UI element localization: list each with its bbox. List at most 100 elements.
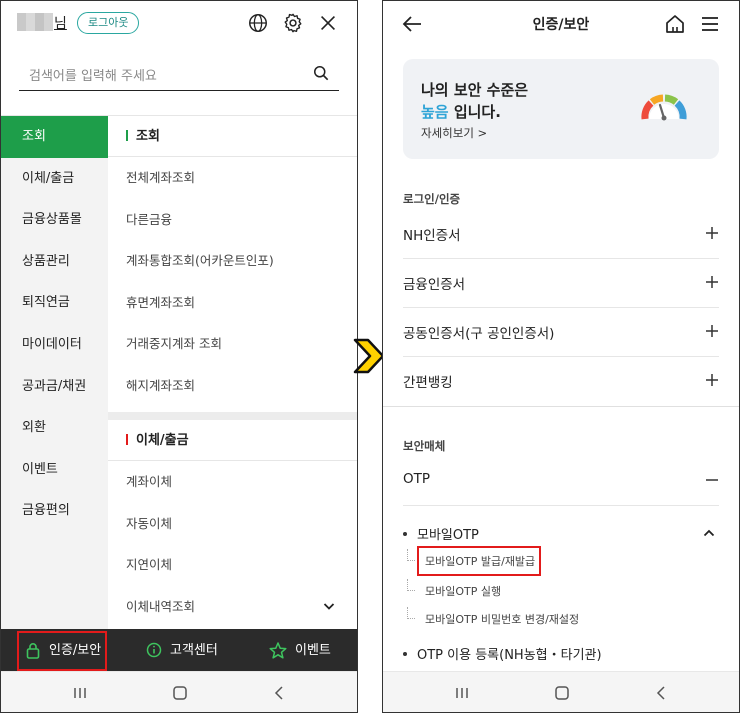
submenu-section-title: 이체/출금	[108, 420, 357, 461]
back-nav-icon[interactable]	[271, 684, 289, 702]
plus-icon[interactable]	[705, 275, 719, 289]
left-phone-screen: 님 로그아웃 검색어를 입력해 주세요 조회 이체/출금 금융상품몰 상품관리	[0, 0, 358, 713]
submenu-item-label: 이체내역조회	[126, 598, 196, 614]
submenu-item[interactable]: 자동이체	[108, 503, 357, 545]
login-auth-section-label: 로그인/인증	[403, 192, 461, 206]
details-link[interactable]: 자세히보기 >	[421, 125, 487, 141]
category-list: 조회 이체/출금 금융상품몰 상품관리 퇴직연금 마이데이터 공과금/채권 외환…	[1, 116, 108, 630]
category-item-event[interactable]: 이벤트	[1, 449, 108, 491]
recent-apps-icon[interactable]	[453, 684, 471, 702]
otp-register-label: OTP 이용 등록(NH농협・타기관)	[417, 648, 602, 663]
section-accent-bar	[126, 130, 128, 141]
category-item-mydata[interactable]: 마이데이터	[1, 324, 108, 366]
tree-connector	[407, 579, 415, 591]
star-icon	[269, 642, 287, 659]
security-level-line2: 높음 입니다.	[421, 101, 501, 122]
category-item-pension[interactable]: 퇴직연금	[1, 282, 108, 324]
highlight-box-auth	[17, 631, 107, 671]
submenu-item[interactable]: 다른금융	[108, 199, 357, 241]
home-nav-icon[interactable]	[553, 684, 571, 702]
otp-register-item[interactable]: OTP 이용 등록(NH농협・타기관)	[403, 643, 719, 665]
submenu-list: 조회 전체계좌조회 다른금융 계좌통합조회(어카운트인포) 휴면계좌조회 거래중…	[108, 116, 357, 630]
event-label: 이벤트	[295, 643, 331, 658]
android-nav-bar	[1, 671, 357, 712]
category-item-convenience[interactable]: 금융편의	[1, 490, 108, 532]
masked-username	[17, 13, 53, 31]
category-item-product-mall[interactable]: 금융상품몰	[1, 199, 108, 241]
section-divider	[383, 406, 739, 407]
category-item-inquiry[interactable]: 조회	[1, 116, 108, 158]
event-button[interactable]: 이벤트	[269, 629, 349, 673]
submenu-item[interactable]: 지연이체	[108, 544, 357, 586]
accordion-row-financial-cert[interactable]: 금융인증서	[403, 259, 719, 308]
gear-icon[interactable]	[282, 12, 304, 34]
submenu-section-title: 조회	[108, 116, 357, 157]
accordion-label: 공동인증서(구 공인인증서)	[403, 326, 555, 342]
bullet-dot	[403, 652, 407, 656]
accordion-label: 금융인증서	[403, 277, 466, 293]
bullet-dot	[403, 532, 407, 536]
hamburger-menu-icon[interactable]	[699, 13, 721, 35]
menu-header: 님 로그아웃	[1, 1, 357, 47]
security-level-line1: 나의 보안 수준은	[421, 81, 529, 99]
chevron-down-icon[interactable]	[323, 600, 335, 612]
accordion-row-simple-banking[interactable]: 간편뱅킹	[403, 357, 719, 406]
username-suffix: 님	[54, 16, 67, 32]
minus-icon[interactable]	[705, 473, 719, 487]
close-icon[interactable]	[317, 12, 339, 34]
mobile-otp-group[interactable]: 모바일OTP	[403, 521, 719, 545]
search-icon[interactable]	[311, 63, 331, 83]
submenu-section-label: 조회	[136, 129, 160, 144]
chevron-right-arrow-icon	[353, 338, 385, 374]
home-icon[interactable]	[664, 13, 686, 35]
section-divider	[108, 412, 357, 420]
security-media-section-label: 보안매체	[403, 439, 446, 453]
category-item-product-manage[interactable]: 상품관리	[1, 241, 108, 283]
submenu-item[interactable]: 전체계좌조회	[108, 157, 357, 199]
mobile-otp-password-link[interactable]: 모바일OTP 비밀번호 변경/재설정	[425, 611, 579, 627]
accordion-row-otp[interactable]: OTP	[403, 457, 719, 506]
plus-icon[interactable]	[705, 324, 719, 338]
recent-apps-icon[interactable]	[71, 684, 89, 702]
android-nav-bar	[383, 671, 739, 712]
accordion-label: OTP	[403, 471, 431, 487]
submenu-item[interactable]: 휴면계좌조회	[108, 282, 357, 324]
category-item-utility[interactable]: 공과금/채권	[1, 366, 108, 408]
security-level-value: 높음	[421, 103, 449, 121]
tree-connector	[407, 549, 415, 561]
submenu-item[interactable]: 계좌통합조회(어카운트인포)	[108, 240, 357, 282]
accordion-row-nh-cert[interactable]: NH인증서	[403, 210, 719, 259]
mobile-otp-label: 모바일OTP	[417, 528, 479, 543]
tree-connector	[407, 607, 415, 619]
plus-icon[interactable]	[705, 373, 719, 387]
accordion-label: 간편뱅킹	[403, 375, 453, 391]
category-item-transfer[interactable]: 이체/출금	[1, 158, 108, 200]
search-placeholder: 검색어를 입력해 주세요	[29, 69, 157, 84]
accordion-row-joint-cert[interactable]: 공동인증서(구 공인인증서)	[403, 308, 719, 357]
security-level-card[interactable]: 나의 보안 수준은 높음 입니다. 자세히보기 >	[403, 59, 719, 159]
search-input[interactable]: 검색어를 입력해 주세요	[19, 57, 339, 91]
info-icon	[146, 642, 162, 658]
category-item-forex[interactable]: 외환	[1, 407, 108, 449]
highlight-box-otp-issue	[417, 546, 541, 576]
security-level-suffix: 입니다.	[448, 103, 501, 121]
chevron-up-icon[interactable]	[703, 527, 715, 539]
home-nav-icon[interactable]	[171, 684, 189, 702]
menu-body: 조회 이체/출금 금융상품몰 상품관리 퇴직연금 마이데이터 공과금/채권 외환…	[1, 115, 357, 630]
submenu-item[interactable]: 거래중지계좌 조회	[108, 323, 357, 365]
customer-center-label: 고객센터	[170, 643, 218, 658]
plus-icon[interactable]	[705, 226, 719, 240]
logout-button[interactable]: 로그아웃	[77, 12, 140, 34]
globe-icon[interactable]	[247, 12, 269, 34]
submenu-item-expandable[interactable]: 이체내역조회	[108, 586, 357, 628]
submenu-item[interactable]: 계좌이체	[108, 461, 357, 503]
back-nav-icon[interactable]	[653, 684, 671, 702]
submenu-section-label: 이체/출금	[136, 433, 189, 448]
mobile-otp-run-link[interactable]: 모바일OTP 실행	[425, 583, 501, 599]
customer-center-button[interactable]: 고객센터	[144, 629, 234, 673]
submenu-item[interactable]: 해지계좌조회	[108, 365, 357, 407]
right-phone-screen: 인증/보안 나의 보안 수준은 높음 입니다. 자세히보기 > 로그인/인증 N…	[382, 0, 740, 713]
security-gauge-icon	[641, 94, 687, 121]
page-header: 인증/보안	[383, 1, 739, 49]
accordion-label: NH인증서	[403, 228, 461, 244]
